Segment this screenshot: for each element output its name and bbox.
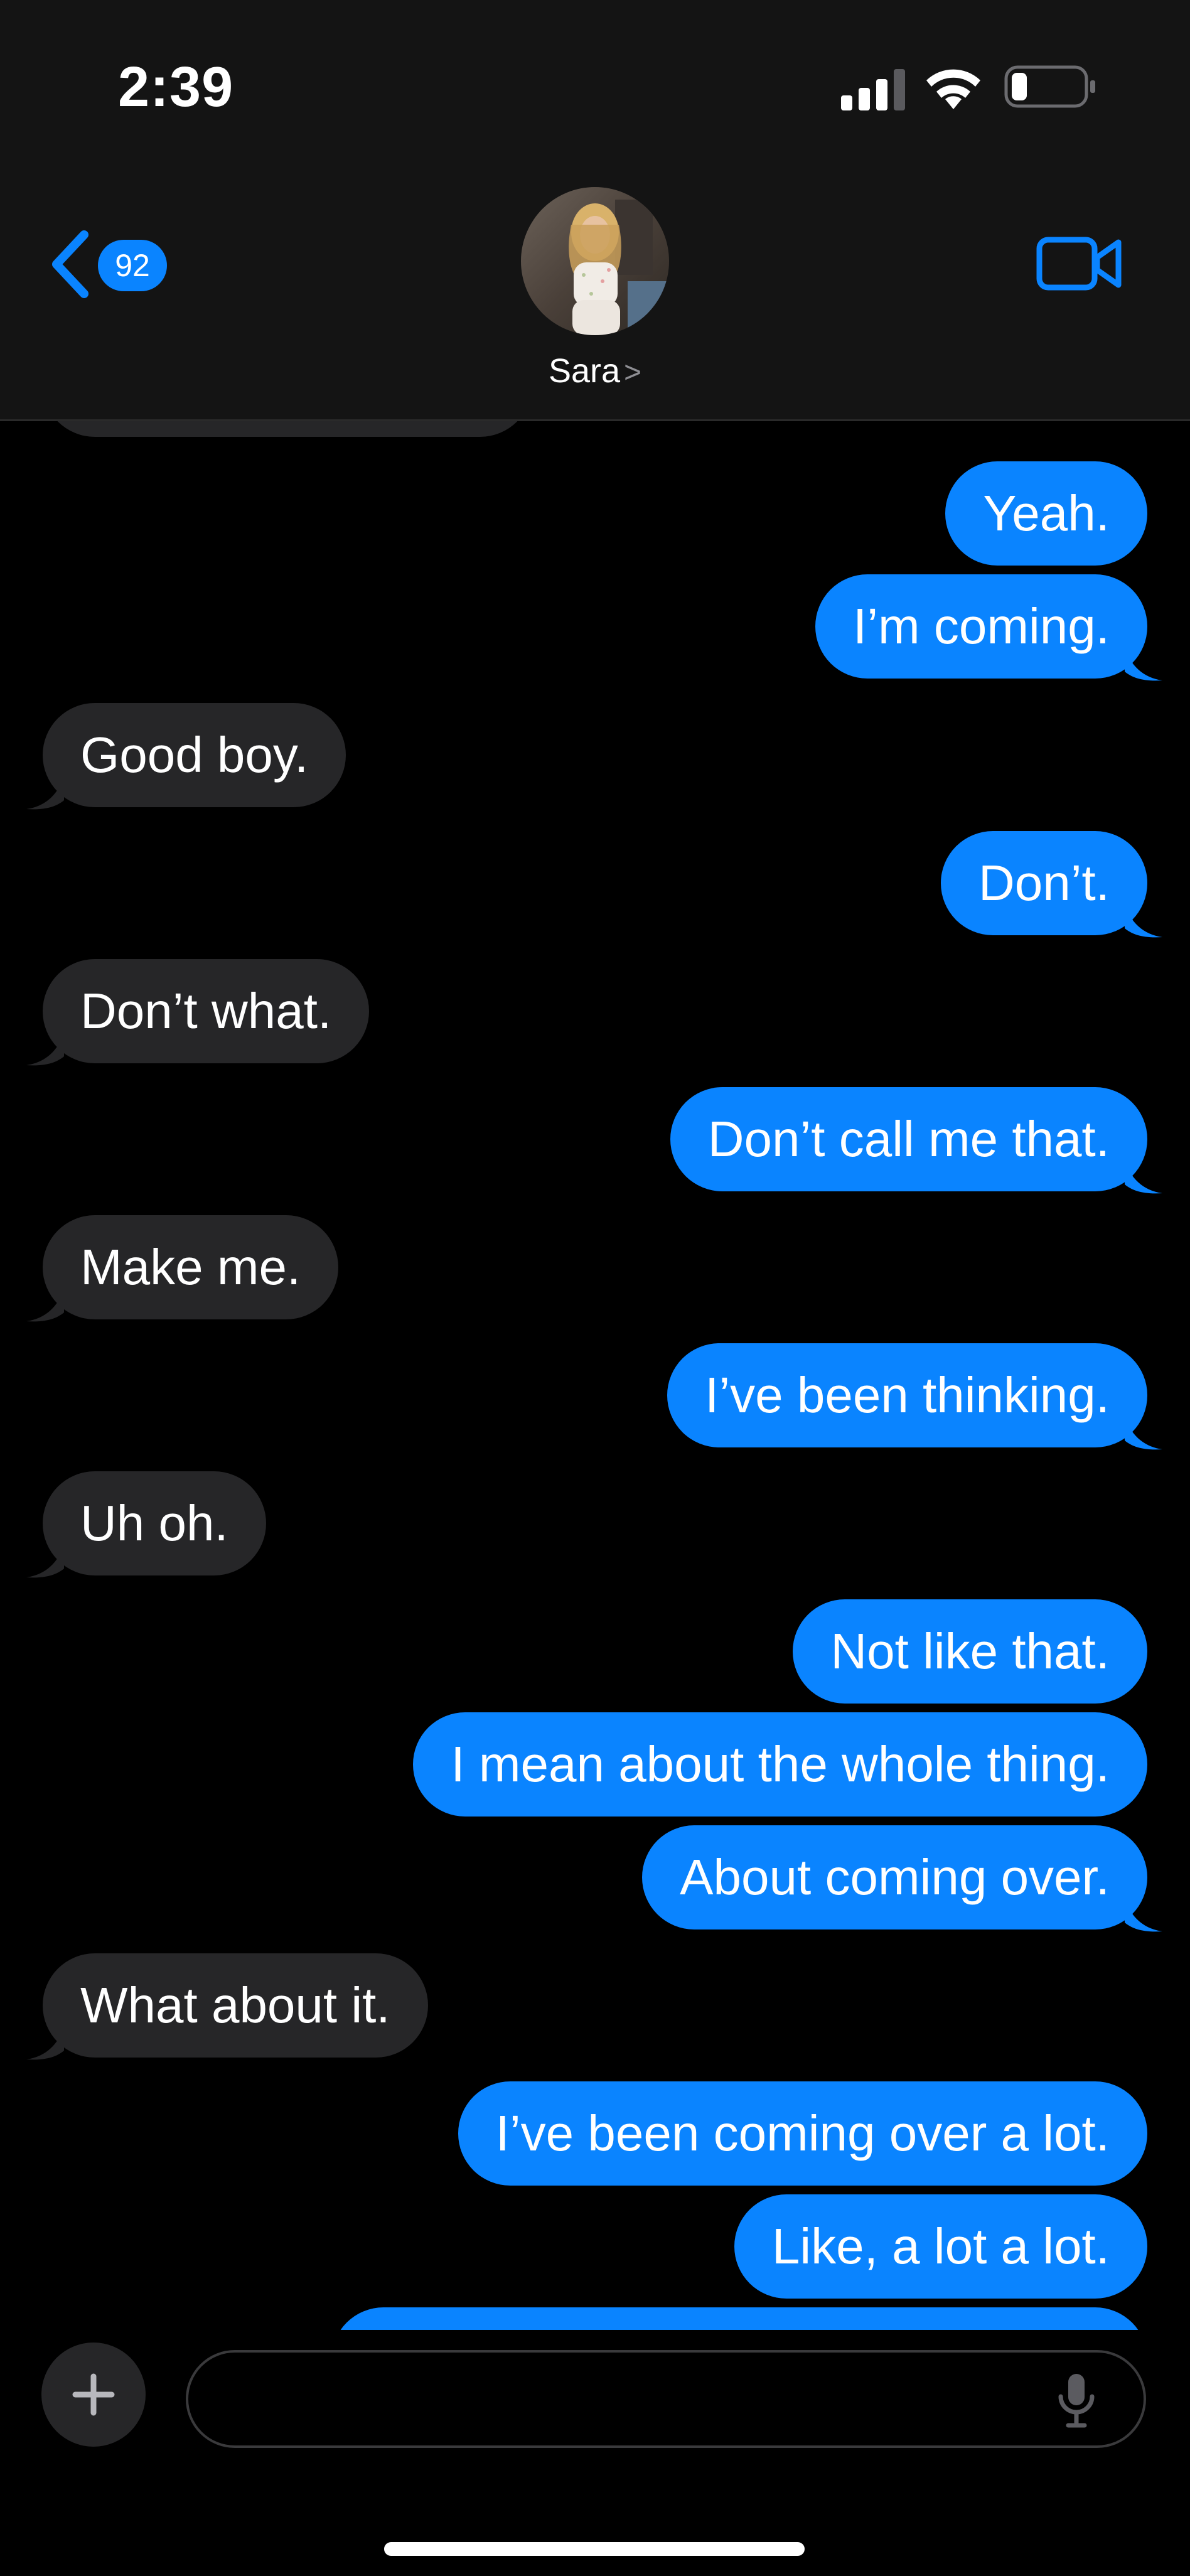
wifi-icon	[926, 69, 980, 109]
message-bubble-received[interactable]: Make me.	[43, 1215, 339, 1319]
status-time: 2:39	[118, 56, 234, 119]
bubble-tail	[1125, 903, 1162, 938]
conversation-header: 2:39 92 Sara >	[0, 0, 1190, 421]
avatar-image	[521, 187, 669, 335]
bubble-tail	[26, 775, 64, 810]
message-bubble-sent[interactable]: I’m coming.	[815, 574, 1147, 679]
message-bubble-received[interactable]: Uh oh.	[43, 1471, 266, 1575]
microphone-icon[interactable]	[1054, 2371, 1098, 2429]
bubble-tail	[1125, 1897, 1162, 1932]
bubble-tail	[26, 1543, 64, 1578]
message-input[interactable]	[186, 2350, 1146, 2448]
message-bubble-received[interactable]: Don’t what.	[43, 959, 370, 1063]
bubble-tail	[1125, 1415, 1162, 1450]
message-bubble-sent[interactable]: I’ve been thinking.	[667, 1343, 1147, 1447]
add-attachment-button[interactable]	[41, 2343, 146, 2447]
unread-count-badge: 92	[98, 240, 167, 291]
cellular-signal-icon	[841, 69, 905, 110]
contact-avatar[interactable]	[521, 187, 669, 335]
video-call-icon[interactable]	[1036, 232, 1123, 295]
message-bubble-sent[interactable]: Like, a lot a lot.	[734, 2194, 1147, 2299]
plus-icon	[72, 2373, 115, 2416]
message-bubble-received[interactable]: Good boy.	[43, 703, 346, 807]
battery-icon	[1004, 65, 1095, 108]
message-bubble-sent[interactable]: Don’t call me that.	[670, 1087, 1147, 1191]
bubble-tail	[1125, 1159, 1162, 1194]
message-bubble-sent[interactable]: Not like that.	[793, 1599, 1147, 1704]
message-bubble-sent[interactable]: I’ve been coming over a lot.	[458, 2081, 1147, 2186]
chevron-right-icon: >	[624, 356, 642, 389]
contact-name: Sara	[548, 352, 621, 390]
message-bubble-sent[interactable]: I mean about the whole thing.	[413, 1712, 1147, 1817]
bubble-tail	[1125, 647, 1162, 681]
message-bubble-sent[interactable]: About coming over.	[642, 1825, 1147, 1929]
message-bubble-received[interactable]: What about it.	[43, 1953, 428, 2058]
back-button[interactable]: 92	[48, 226, 173, 301]
contact-name-button[interactable]: Sara >	[0, 352, 1190, 390]
bubble-tail	[26, 2026, 64, 2060]
message-bubble-sent[interactable]: Yeah.	[945, 461, 1147, 566]
home-indicator	[384, 2542, 805, 2556]
chevron-left-icon	[52, 230, 88, 298]
bubble-tail	[26, 1287, 64, 1322]
bubble-tail	[26, 1031, 64, 1066]
message-bubble-sent[interactable]: Don’t.	[941, 831, 1147, 935]
message-composer	[0, 2330, 1190, 2576]
messages-screen: Yeah. I’m coming. Good boy. Don’t. Don’t…	[0, 0, 1190, 2576]
